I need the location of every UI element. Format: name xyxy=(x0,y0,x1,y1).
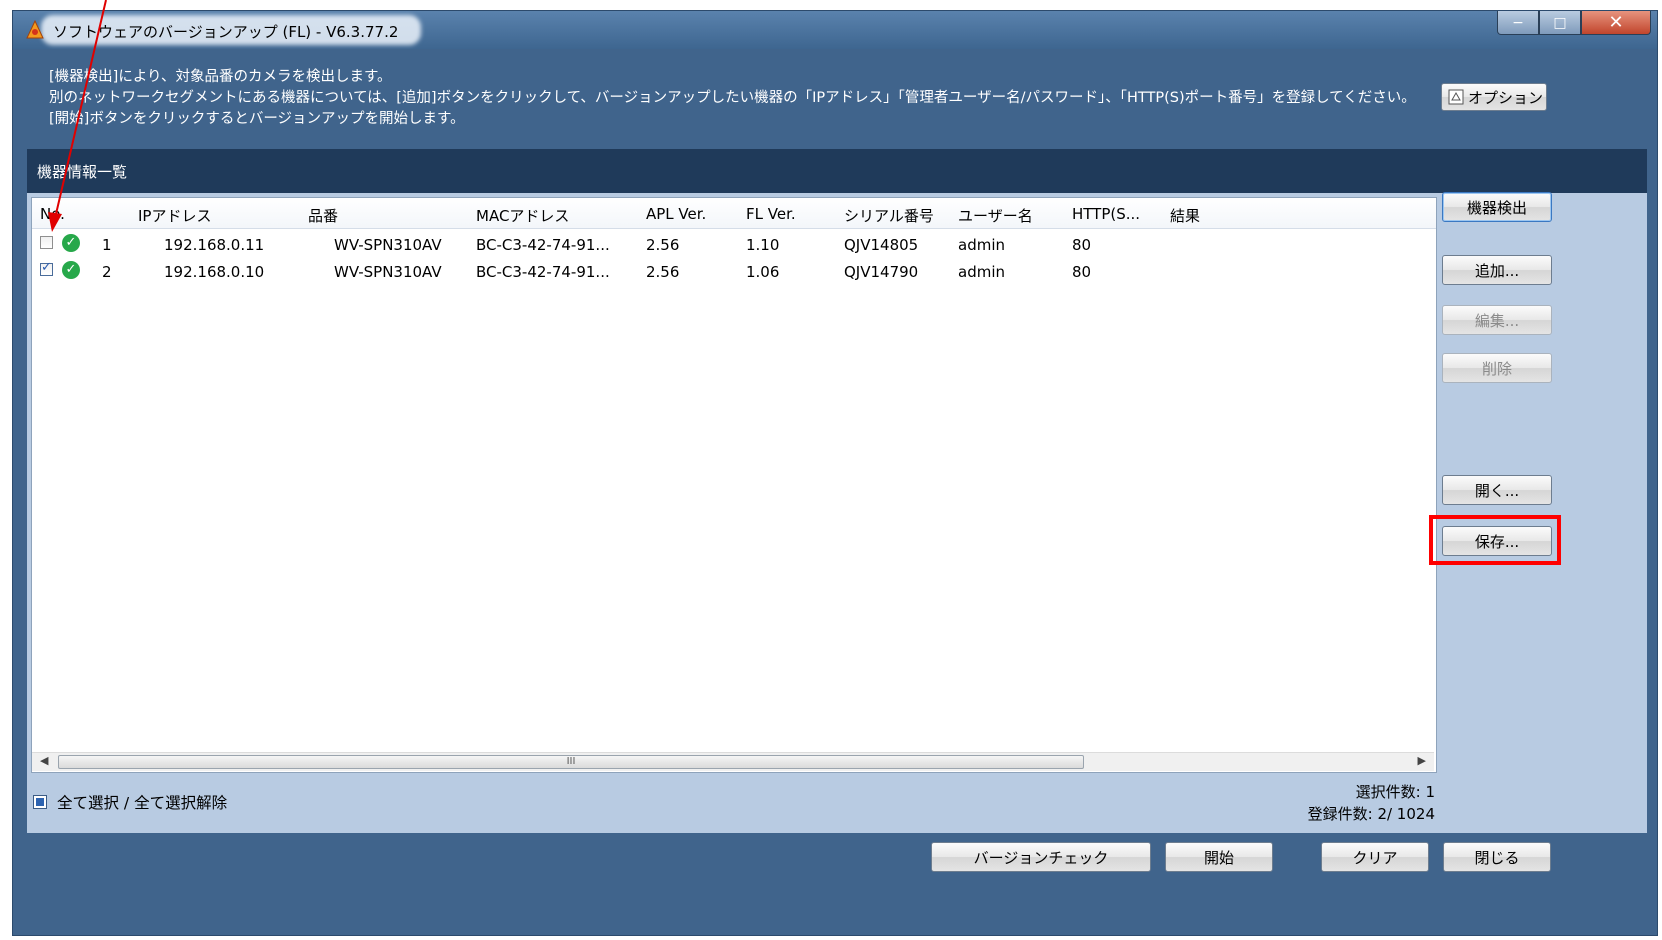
select-all-toggle[interactable]: 全て選択 / 全て選択解除 xyxy=(33,791,227,813)
row-http: 80 xyxy=(1072,236,1092,254)
open-button[interactable]: 開く... xyxy=(1442,475,1552,505)
option-button[interactable]: オプション xyxy=(1441,83,1547,111)
selected-count: 選択件数: 1 xyxy=(1355,783,1435,801)
row-ip: 192.168.0.10 xyxy=(164,263,265,281)
registered-count: 登録件数: 2/ 1024 xyxy=(1307,805,1435,823)
horizontal-scrollbar[interactable]: ◀ III ▶ xyxy=(32,752,1434,771)
scroll-thumb[interactable]: III xyxy=(58,755,1084,769)
annotation-arrow-icon xyxy=(48,0,107,232)
option-button-label: オプション xyxy=(1468,88,1544,107)
delete-button[interactable]: 削除 xyxy=(1442,353,1552,383)
minimize-button[interactable]: − xyxy=(1497,11,1539,35)
row-no: 2 xyxy=(102,263,112,281)
table-header: No. IPアドレス 品番 MACアドレス APL Ver. FL Ver. シ… xyxy=(32,198,1436,229)
col-model[interactable]: 品番 xyxy=(308,205,338,226)
instruction-line-1: [機器検出]により、対象品番のカメラを検出します。 xyxy=(49,69,392,85)
device-list-header-bar: 機器情報一覧 xyxy=(27,149,1647,193)
settings-icon xyxy=(1448,89,1464,105)
col-serial[interactable]: シリアル番号 xyxy=(844,205,934,226)
row-fl: 1.10 xyxy=(746,236,780,254)
add-button[interactable]: 追加... xyxy=(1442,255,1552,285)
instructions: [機器検出]により、対象品番のカメラを検出します。 別のネットワークセグメントに… xyxy=(49,67,1416,130)
col-http[interactable]: HTTP(S... xyxy=(1072,205,1140,223)
close-window-button[interactable]: ✕ xyxy=(1581,11,1651,35)
main-window: ソフトウェアのバージョンアップ (FL) - V6.3.77.2 − □ ✕ [… xyxy=(12,10,1658,936)
device-panel: No. IPアドレス 品番 MACアドレス APL Ver. FL Ver. シ… xyxy=(27,193,1647,833)
window-controls: − □ ✕ xyxy=(1497,11,1651,37)
detect-devices-button[interactable]: 機器検出 xyxy=(1442,192,1552,222)
row-fl: 1.06 xyxy=(746,263,780,281)
row-apl: 2.56 xyxy=(646,263,680,281)
col-mac[interactable]: MACアドレス xyxy=(476,205,569,226)
row-model: WV-SPN310AV xyxy=(334,236,442,254)
col-user[interactable]: ユーザー名 xyxy=(958,205,1033,226)
row-serial: QJV14790 xyxy=(844,263,919,281)
scroll-left-icon[interactable]: ◀ xyxy=(40,754,48,767)
col-fl-ver[interactable]: FL Ver. xyxy=(746,205,796,223)
device-table[interactable]: No. IPアドレス 品番 MACアドレス APL Ver. FL Ver. シ… xyxy=(31,197,1437,773)
select-all-checkbox[interactable] xyxy=(33,795,47,809)
col-ip[interactable]: IPアドレス xyxy=(138,205,211,226)
version-check-button[interactable]: バージョンチェック xyxy=(931,842,1151,872)
row-serial: QJV14805 xyxy=(844,236,919,254)
row-model: WV-SPN310AV xyxy=(334,263,442,281)
row-mac: BC-C3-42-74-91... xyxy=(476,263,610,281)
count-summary: 選択件数: 1 登録件数: 2/ 1024 xyxy=(1308,781,1435,825)
scroll-right-icon[interactable]: ▶ xyxy=(1418,754,1426,767)
row-apl: 2.56 xyxy=(646,236,680,254)
close-button[interactable]: 閉じる xyxy=(1443,842,1551,872)
start-button[interactable]: 開始 xyxy=(1165,842,1273,872)
select-all-label[interactable]: 全て選択 / 全て選択解除 xyxy=(57,791,227,813)
save-button-highlight xyxy=(1429,515,1561,565)
row-mac: BC-C3-42-74-91... xyxy=(476,236,610,254)
col-apl-ver[interactable]: APL Ver. xyxy=(646,205,706,223)
instruction-line-3: [開始]ボタンをクリックするとバージョンアップを開始します。 xyxy=(49,111,465,127)
edit-button[interactable]: 編集... xyxy=(1442,305,1552,335)
col-result[interactable]: 結果 xyxy=(1170,205,1200,226)
maximize-button[interactable]: □ xyxy=(1539,11,1581,35)
row-ip: 192.168.0.11 xyxy=(164,236,265,254)
row-checkbox-checked[interactable] xyxy=(40,260,53,276)
clear-button[interactable]: クリア xyxy=(1321,842,1429,872)
title-bar[interactable]: ソフトウェアのバージョンアップ (FL) - V6.3.77.2 − □ ✕ xyxy=(13,11,1657,49)
row-user: admin xyxy=(958,236,1005,254)
row-user: admin xyxy=(958,263,1005,281)
table-row[interactable]: ✓ 1 192.168.0.11 WV-SPN310AV BC-C3-42-74… xyxy=(32,232,1436,258)
table-row[interactable]: ✓ 2 192.168.0.10 WV-SPN310AV BC-C3-42-74… xyxy=(32,259,1436,285)
row-http: 80 xyxy=(1072,263,1092,281)
instruction-line-2: 別のネットワークセグメントにある機器については、[追加]ボタンをクリックして、バ… xyxy=(49,90,1416,106)
check-circle-icon: ✓ xyxy=(62,261,80,279)
